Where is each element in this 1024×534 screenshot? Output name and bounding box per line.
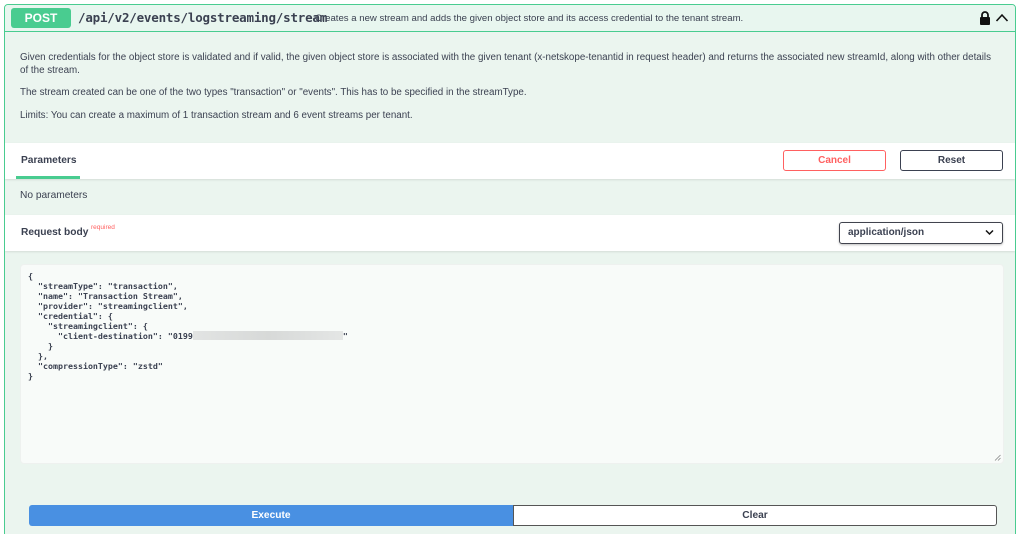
request-body-title: Request body [21,227,89,238]
request-body-code[interactable]: { "streamType": "transaction", "name": "… [28,271,348,382]
code-line: { [28,271,33,281]
lock-icon[interactable] [979,11,991,25]
execute-button[interactable]: Execute [29,505,513,526]
request-body-editor[interactable]: { "streamType": "transaction", "name": "… [20,264,1004,464]
cancel-button[interactable]: Cancel [783,150,886,171]
code-line: "name": "Transaction Stream", [28,290,183,301]
chevron-up-icon[interactable] [995,12,1009,24]
execute-actions: Execute Clear [29,505,997,528]
code-line: }, [28,351,48,362]
request-body-header: Request body required application/json [5,215,1015,251]
redacted-value [192,331,343,341]
code-line: "client-destination": "0199 [28,331,193,342]
method-badge: POST [11,8,71,28]
description-paragraph: Given credentials for the object store i… [20,52,991,76]
code-line: } [28,371,33,382]
content-type-select[interactable]: application/json [839,222,1003,244]
code-line: "provider": "streamingclient", [28,300,188,311]
resize-handle-icon[interactable] [994,454,1001,461]
code-line: "streamingclient": { [28,320,148,331]
endpoint-path: /api/v2/events/logstreaming/stream [78,10,328,25]
content-type-value: application/json [848,227,925,238]
operation-description: Given credentials for the object store i… [20,52,1000,132]
reset-button[interactable]: Reset [900,150,1003,171]
code-line: "compressionType": "zstd" [28,361,163,372]
description-paragraph: The stream created can be one of the two… [20,87,527,98]
post-operation-block: POST /api/v2/events/logstreaming/stream … [4,4,1016,534]
code-line: "streamType": "transaction", [28,280,178,291]
code-line: " [342,331,348,342]
tab-parameters[interactable]: Parameters [16,143,80,179]
operation-summary-text: Creates a new stream and adds the given … [315,13,744,24]
chevron-down-icon [985,229,994,236]
required-badge: required [91,224,115,231]
parameters-header: Parameters Cancel Reset [5,143,1015,179]
operation-summary[interactable]: POST /api/v2/events/logstreaming/stream … [5,5,1015,32]
description-paragraph: Limits: You can create a maximum of 1 tr… [20,109,413,121]
no-parameters-text: No parameters [20,190,88,201]
code-line: "credential": { [28,310,113,321]
code-line: } [28,341,53,352]
clear-button[interactable]: Clear [513,505,997,526]
